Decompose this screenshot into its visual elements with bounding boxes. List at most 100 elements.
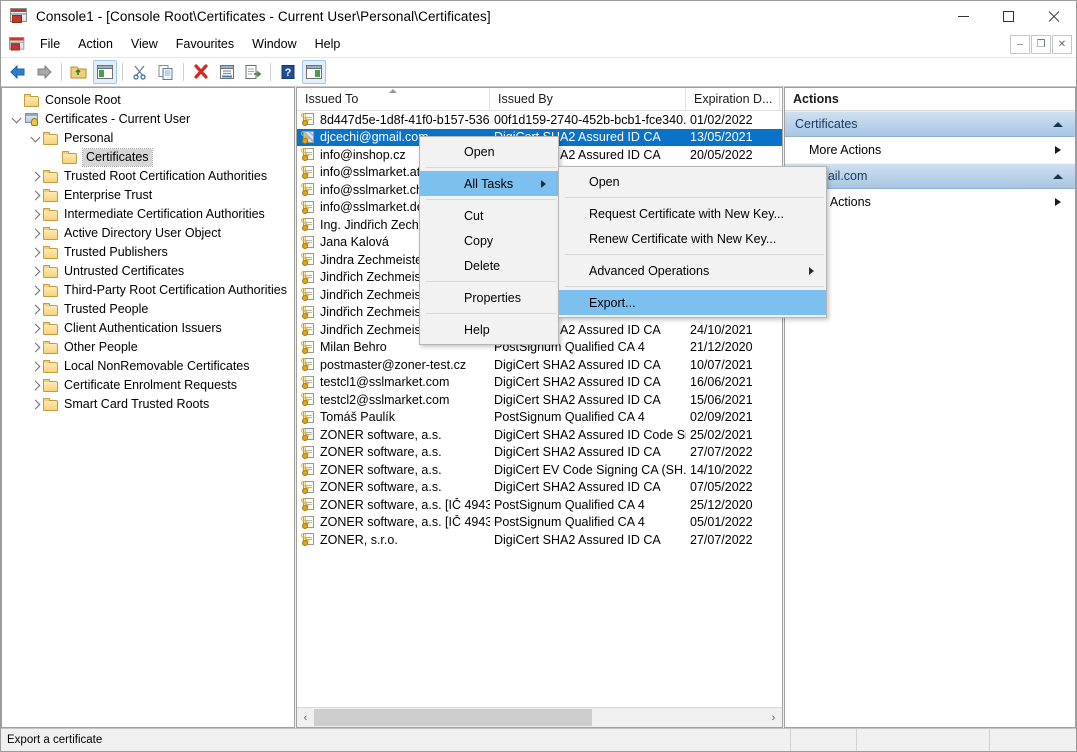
context-menu-item-copy[interactable]: Copy: [420, 228, 558, 253]
tree-item-certificate-enrolment-requests[interactable]: Certificate Enrolment Requests: [2, 376, 294, 395]
table-row[interactable]: Tomáš Paulík PostSignum Qualified CA 4 0…: [297, 409, 782, 427]
table-row[interactable]: ZONER software, a.s. DigiCert SHA2 Assur…: [297, 444, 782, 462]
chevron-down-icon[interactable]: [8, 110, 24, 129]
horizontal-scrollbar[interactable]: ‹ ›: [297, 707, 782, 727]
chevron-right-icon[interactable]: [27, 395, 43, 414]
context-menu-item-help[interactable]: Help: [420, 317, 558, 342]
caret-up-icon[interactable]: [1053, 174, 1063, 179]
table-row[interactable]: ZONER software, a.s. [IČ 4943... PostSig…: [297, 496, 782, 514]
help-button[interactable]: ?: [276, 60, 300, 84]
export-list-button[interactable]: [241, 60, 265, 84]
menu-favourites[interactable]: Favourites: [167, 32, 243, 57]
minimize-button[interactable]: [941, 1, 986, 32]
tree-item-smart-card-trusted-roots[interactable]: Smart Card Trusted Roots: [2, 395, 294, 414]
tree-item-active-directory-user-object[interactable]: Active Directory User Object: [2, 224, 294, 243]
tree-item-third-party-root-certification-authorities[interactable]: Third-Party Root Certification Authoriti…: [2, 281, 294, 300]
maximize-button[interactable]: [986, 1, 1031, 32]
context-menu-item-properties[interactable]: Properties: [420, 285, 558, 310]
up-one-level-button[interactable]: [67, 60, 91, 84]
scroll-left-button[interactable]: ‹: [297, 709, 314, 726]
chevron-right-icon[interactable]: [27, 167, 43, 186]
chevron-right-icon[interactable]: [27, 319, 43, 338]
submenu-item-open[interactable]: Open: [559, 169, 826, 194]
tree-item-other-people[interactable]: Other People: [2, 338, 294, 357]
submenu-item-renew-certificate-with-new-key[interactable]: Renew Certificate with New Key...: [559, 226, 826, 251]
tree-item-local-nonremovable-certificates[interactable]: Local NonRemovable Certificates: [2, 357, 294, 376]
column-header-expiration-date[interactable]: Expiration D...: [686, 88, 780, 110]
tree-item-trusted-people[interactable]: Trusted People: [2, 300, 294, 319]
tree-item-untrusted-certificates[interactable]: Untrusted Certificates: [2, 262, 294, 281]
chevron-right-icon[interactable]: [27, 338, 43, 357]
context-menu-item-delete[interactable]: Delete: [420, 253, 558, 278]
table-row[interactable]: testcl1@sslmarket.com DigiCert SHA2 Assu…: [297, 374, 782, 392]
delete-button[interactable]: [189, 60, 213, 84]
tree-item-certificates-current-user[interactable]: Certificates - Current User: [2, 110, 294, 129]
mdi-close-button[interactable]: ✕: [1052, 35, 1072, 54]
caret-up-icon[interactable]: [1053, 122, 1063, 127]
chevron-right-icon[interactable]: [27, 205, 43, 224]
table-row[interactable]: ZONER software, a.s. DigiCert SHA2 Assur…: [297, 426, 782, 444]
properties-button[interactable]: [215, 60, 239, 84]
certificate-key-icon: [301, 375, 316, 389]
context-menu-item-cut[interactable]: Cut: [420, 203, 558, 228]
copy-button[interactable]: [154, 60, 178, 84]
scrollbar-thumb[interactable]: [314, 709, 592, 726]
menu-view[interactable]: View: [122, 32, 167, 57]
chevron-right-icon[interactable]: [27, 186, 43, 205]
tree-item-trusted-publishers[interactable]: Trusted Publishers: [2, 243, 294, 262]
column-header-issued-to[interactable]: Issued To: [297, 88, 490, 110]
menu-help[interactable]: Help: [306, 32, 350, 57]
chevron-right-icon[interactable]: [27, 224, 43, 243]
table-row[interactable]: testcl2@sslmarket.com DigiCert SHA2 Assu…: [297, 391, 782, 409]
menu-file[interactable]: File: [31, 32, 69, 57]
table-row[interactable]: ZONER software, a.s. [IČ 4943... PostSig…: [297, 514, 782, 532]
submenu-arrow-icon: [541, 179, 546, 188]
context-menu-item-open[interactable]: Open: [420, 139, 558, 164]
folder-icon: [62, 151, 78, 164]
cell-issued-to: ZONER software, a.s.: [297, 463, 490, 477]
chevron-right-icon[interactable]: [27, 357, 43, 376]
cell-issued-by: DigiCert SHA2 Assured ID CA: [494, 532, 661, 547]
scrollbar-track[interactable]: [314, 709, 765, 726]
action-more-actions-selected-cert[interactable]: ore Actions: [785, 189, 1075, 215]
submenu-item-request-certificate-with-new-key[interactable]: Request Certificate with New Key...: [559, 201, 826, 226]
tree-item-trusted-root-certification-authorities[interactable]: Trusted Root Certification Authorities: [2, 167, 294, 186]
forward-button[interactable]: [32, 60, 56, 84]
actions-group-header-selected-cert[interactable]: i@gmail.com: [785, 163, 1075, 189]
tree-item-label: Personal: [64, 131, 114, 145]
submenu-item-export[interactable]: Export...: [559, 290, 826, 315]
table-row[interactable]: 8d447d5e-1d8f-41f0-b157-536... 00f1d159-…: [297, 111, 782, 129]
certificate-key-icon: [301, 480, 316, 494]
tree-item-personal[interactable]: Personal: [2, 129, 294, 148]
scroll-right-button[interactable]: ›: [765, 709, 782, 726]
chevron-down-icon[interactable]: [27, 129, 43, 148]
mdi-minimize-button[interactable]: –: [1010, 35, 1030, 54]
table-row[interactable]: ZONER software, a.s. DigiCert SHA2 Assur…: [297, 479, 782, 497]
table-row[interactable]: ZONER software, a.s. DigiCert EV Code Si…: [297, 461, 782, 479]
tree-item-client-authentication-issuers[interactable]: Client Authentication Issuers: [2, 319, 294, 338]
chevron-right-icon[interactable]: [27, 281, 43, 300]
tree-item-enterprise-trust[interactable]: Enterprise Trust: [2, 186, 294, 205]
tree-item-console-root[interactable]: Console Root: [2, 91, 294, 110]
chevron-right-icon[interactable]: [27, 262, 43, 281]
close-button[interactable]: [1031, 1, 1076, 32]
chevron-right-icon[interactable]: [27, 376, 43, 395]
context-menu-item-all-tasks[interactable]: All Tasks: [420, 171, 558, 196]
cut-button[interactable]: [128, 60, 152, 84]
column-header-issued-by[interactable]: Issued By: [490, 88, 686, 110]
table-row[interactable]: ZONER, s.r.o. DigiCert SHA2 Assured ID C…: [297, 531, 782, 549]
mdi-restore-button[interactable]: ❐: [1031, 35, 1051, 54]
table-row[interactable]: postmaster@zoner-test.cz DigiCert SHA2 A…: [297, 356, 782, 374]
show-hide-console-tree-button[interactable]: [93, 60, 117, 84]
submenu-item-advanced-operations[interactable]: Advanced Operations: [559, 258, 826, 283]
chevron-right-icon[interactable]: [27, 243, 43, 262]
chevron-right-icon[interactable]: [27, 300, 43, 319]
actions-group-header-certificates[interactable]: Certificates: [785, 111, 1075, 137]
tree-item-certificates[interactable]: Certificates: [2, 148, 294, 167]
action-more-actions-certificates[interactable]: More Actions: [785, 137, 1075, 163]
show-action-pane-button[interactable]: [302, 60, 326, 84]
menu-action[interactable]: Action: [69, 32, 122, 57]
back-button[interactable]: [6, 60, 30, 84]
tree-item-intermediate-certification-authorities[interactable]: Intermediate Certification Authorities: [2, 205, 294, 224]
menu-window[interactable]: Window: [243, 32, 305, 57]
